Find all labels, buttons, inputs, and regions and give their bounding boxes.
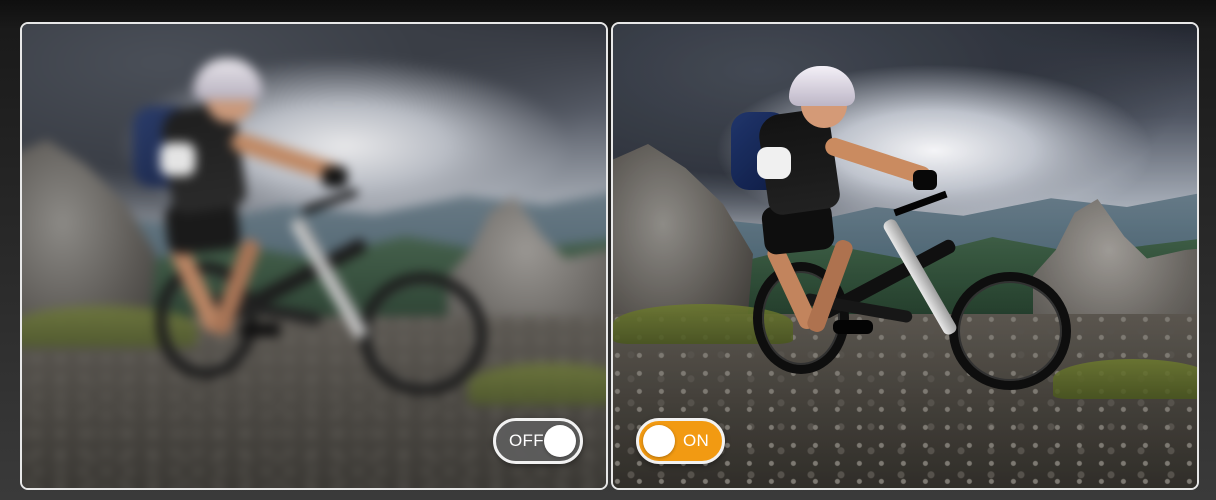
off-toggle[interactable]: OFF [493,418,583,464]
front-wheel [359,272,487,396]
helmet [789,66,855,106]
rider-shoe [239,322,281,338]
mountain-biker [731,66,1071,402]
off-toggle-label: OFF [509,431,544,450]
mountain-biker [133,58,487,408]
rider-shoe [833,320,873,334]
grass-patch [1053,359,1197,399]
handlebar [301,188,359,215]
rider-sleeve [160,142,196,176]
toggle-knob[interactable] [643,425,675,457]
toggle-knob[interactable] [544,425,576,457]
on-toggle[interactable]: ON [636,418,725,464]
helmet [193,58,262,100]
comparison-stage: OFF ON [0,0,1216,500]
front-wheel [949,272,1071,390]
rider-glove [913,170,937,190]
rider-sleeve [757,147,791,179]
rider-glove [322,166,348,188]
on-toggle-label: ON [683,431,710,450]
handlebar [893,190,948,217]
grass-patch [467,363,606,405]
